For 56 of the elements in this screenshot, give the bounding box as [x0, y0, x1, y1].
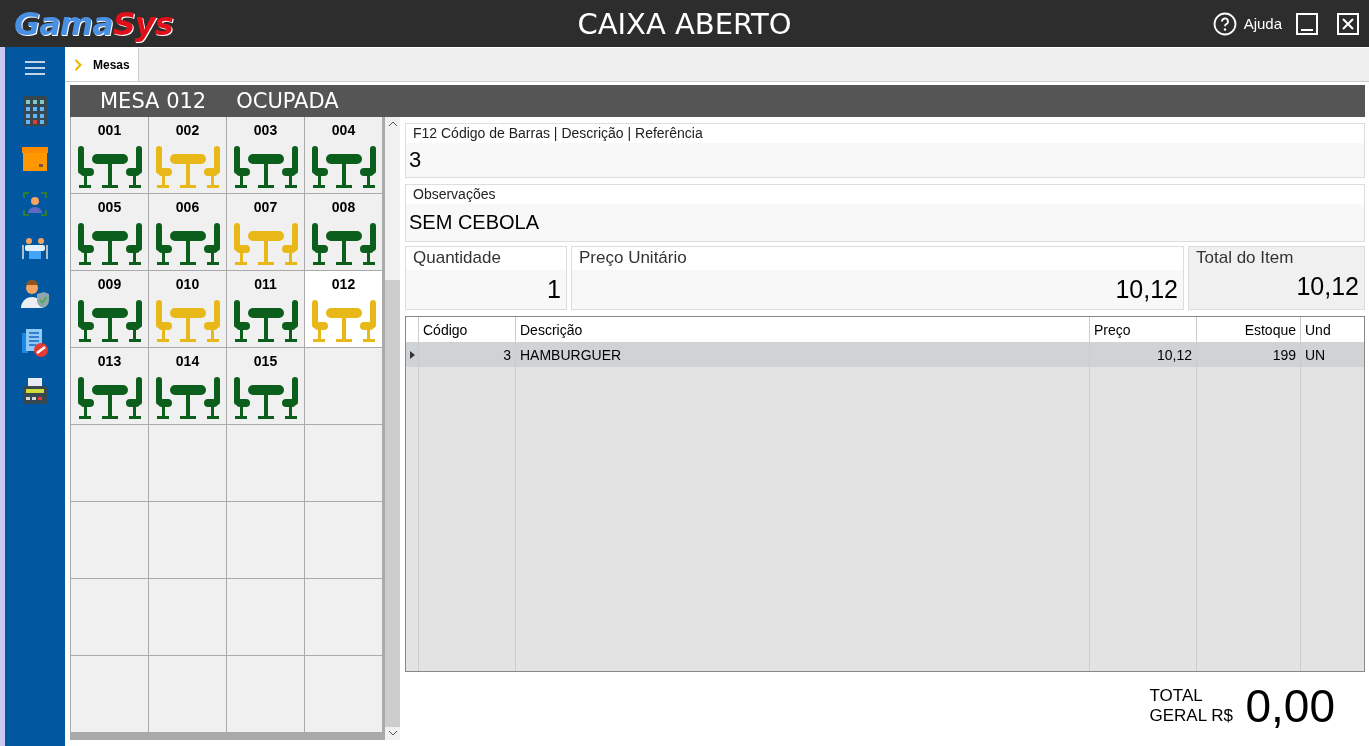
- table-tile[interactable]: 005: [71, 194, 148, 270]
- unit-price-field[interactable]: 10,12: [572, 270, 1183, 309]
- quantity-field[interactable]: 1: [406, 270, 566, 309]
- table-tile[interactable]: 011: [227, 271, 304, 347]
- table-tile[interactable]: 008: [305, 194, 382, 270]
- table-cell-text: UN: [1304, 345, 1327, 365]
- field-label: Preço Unitário: [578, 247, 688, 269]
- table-cell: 3: [419, 342, 516, 367]
- tab[interactable]: Mesas: [65, 48, 139, 81]
- status-label: OCUPADA: [236, 89, 339, 113]
- logo: GamaSys: [14, 4, 173, 43]
- table-tile[interactable]: 009: [71, 271, 148, 347]
- building-icon[interactable]: [23, 96, 47, 126]
- table-tile[interactable]: 013: [71, 348, 148, 424]
- table-tile[interactable]: 003: [227, 117, 304, 193]
- table-tile[interactable]: 014: [149, 348, 226, 424]
- table-tile[interactable]: 012: [305, 271, 382, 347]
- table-cell: 10,12: [1090, 342, 1197, 367]
- table-tile[interactable]: 002: [149, 117, 226, 193]
- table-tile[interactable]: 006: [149, 194, 226, 270]
- field-label: Total do Item: [1195, 247, 1295, 269]
- cash-register-icon[interactable]: [22, 378, 48, 404]
- total-value: 0,00: [1245, 679, 1335, 733]
- table-tile[interactable]: 010: [149, 271, 226, 347]
- row-pointer-icon: [409, 350, 415, 359]
- column-header[interactable]: Und: [1301, 317, 1364, 342]
- field-label: Observações: [412, 185, 497, 204]
- minimize-button[interactable]: [1296, 12, 1318, 35]
- help-icon: [1212, 11, 1237, 36]
- item-total-value: 10,12: [1295, 271, 1360, 301]
- field-label: Quantidade: [412, 247, 502, 269]
- notes-field[interactable]: SEM CEBOLA: [406, 204, 1364, 241]
- scrollbar[interactable]: [385, 117, 400, 740]
- person-frame-icon[interactable]: [23, 192, 47, 216]
- help-button[interactable]: Ajuda: [1212, 11, 1282, 36]
- chevron-icon: [75, 58, 83, 71]
- table-cell: 199: [1197, 342, 1301, 367]
- table-cell: HAMBURGUER: [516, 342, 1090, 367]
- table-tile[interactable]: 007: [227, 194, 304, 270]
- window-title: CAIXA ABERTO: [577, 6, 792, 41]
- search-field[interactable]: 3: [406, 143, 1364, 177]
- close-button[interactable]: [1337, 12, 1359, 35]
- total-label: TOTAL GERAL R$: [1149, 685, 1234, 727]
- table-label: MESA 012: [100, 89, 207, 113]
- user-shield-icon[interactable]: [21, 280, 49, 308]
- cancelled-document-icon[interactable]: [22, 329, 48, 357]
- field-label: F12 Código de Barras | Descrição | Referência: [412, 124, 704, 143]
- table-tile[interactable]: 004: [305, 117, 382, 193]
- table-tile[interactable]: 015: [227, 348, 304, 424]
- menu-button[interactable]: [24, 61, 46, 75]
- people-at-table-icon[interactable]: [21, 237, 49, 259]
- scroll-up-icon[interactable]: [388, 121, 397, 126]
- scroll-down-icon[interactable]: [388, 731, 397, 736]
- table-tile[interactable]: 001: [71, 117, 148, 193]
- grid-row[interactable]: 3 HAMBURGUER 10,12 199 UN: [406, 342, 1364, 367]
- box-icon[interactable]: [22, 147, 48, 171]
